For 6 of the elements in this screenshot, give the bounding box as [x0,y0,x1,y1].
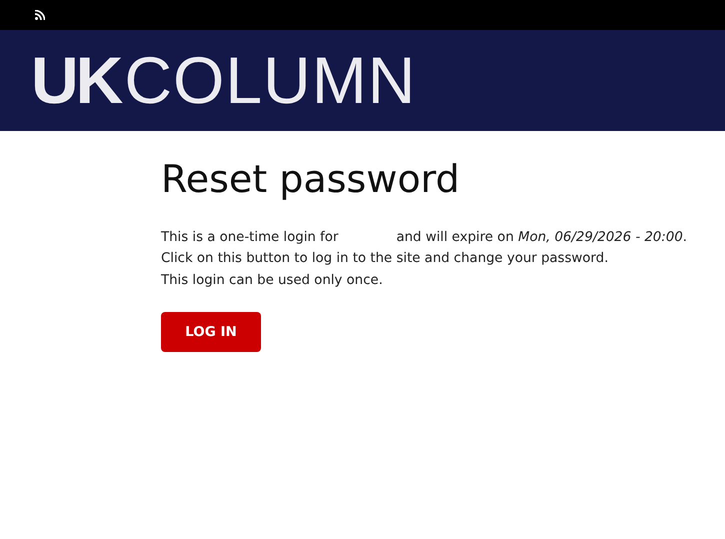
rss-icon[interactable] [35,10,45,20]
instruction-text: Click on this button to log in to the site and change your password. [161,250,608,268]
page-title: Reset password [161,158,460,202]
login-button[interactable]: LOG IN [161,312,261,352]
instruction-text: This login can be used only once. [161,272,383,290]
login-message: This is a one-time login for and will expire on Mon, 06/29/2026 - 20:00. [161,228,688,247]
